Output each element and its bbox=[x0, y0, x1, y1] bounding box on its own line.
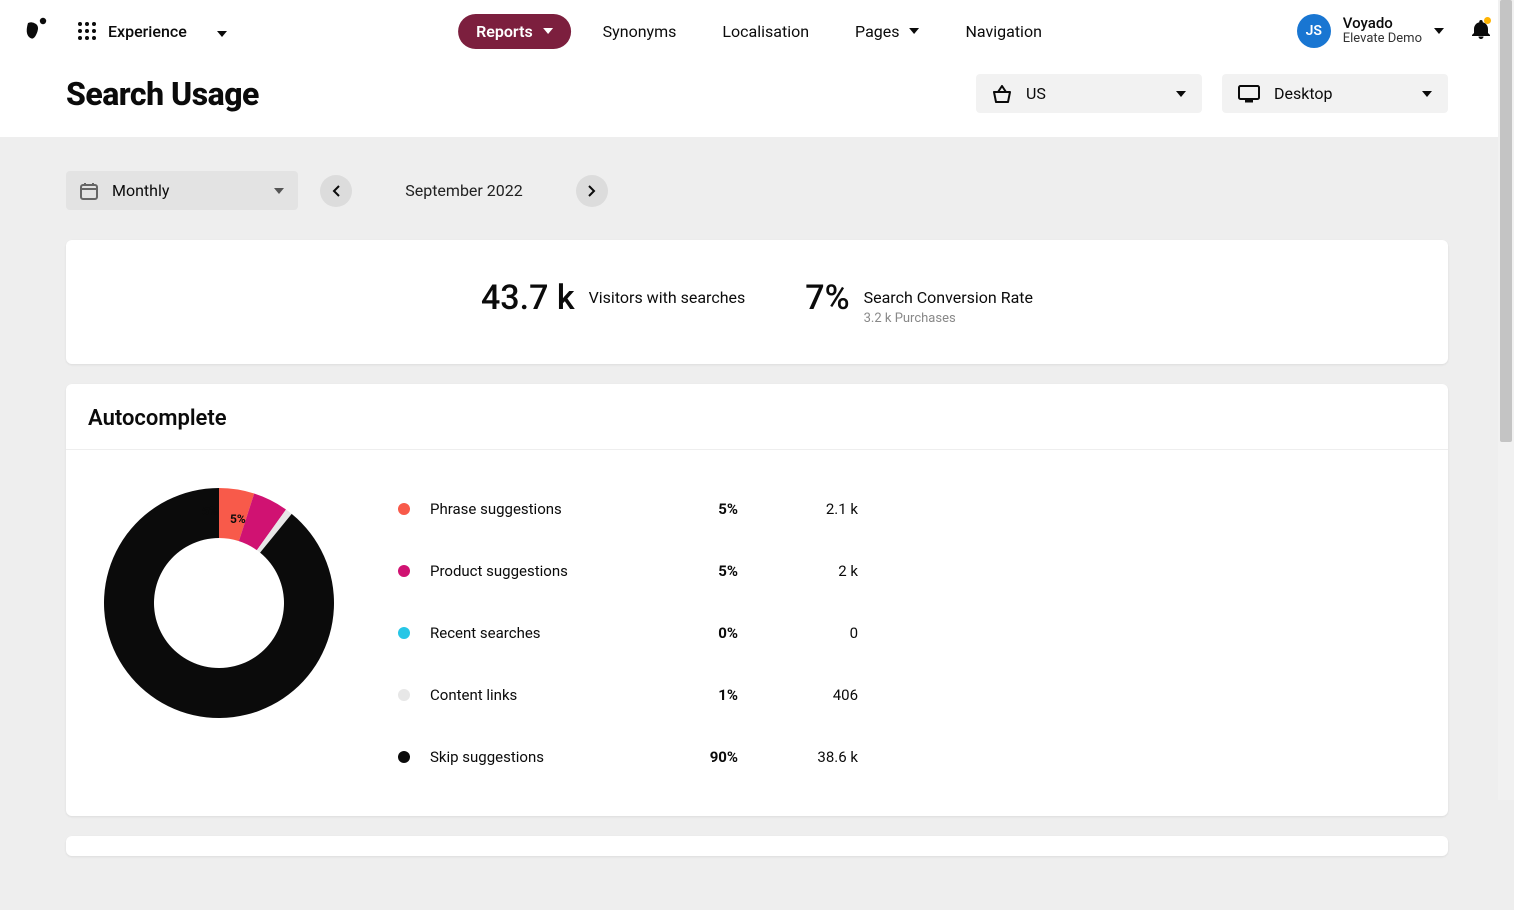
legend-dot bbox=[398, 751, 410, 763]
legend-dot bbox=[398, 565, 410, 577]
legend-row: Phrase suggestions5%2.1 k bbox=[398, 478, 858, 540]
page-title: Search Usage bbox=[66, 75, 259, 113]
desktop-icon bbox=[1238, 85, 1260, 103]
basket-icon bbox=[992, 85, 1012, 103]
nav-localisation-label: Localisation bbox=[722, 22, 809, 41]
account-selector[interactable]: JS Voyado Elevate Demo bbox=[1297, 14, 1444, 48]
sub-header: Search Usage US Desktop bbox=[0, 62, 1514, 137]
granularity-value: Monthly bbox=[112, 181, 169, 200]
chevron-right-icon bbox=[588, 185, 596, 197]
autocomplete-donut-chart: 5% 5% bbox=[94, 478, 344, 728]
legend-pct: 1% bbox=[648, 686, 738, 704]
nav-reports-label: Reports bbox=[476, 22, 533, 41]
caret-down-icon bbox=[1422, 91, 1432, 97]
nav-right: JS Voyado Elevate Demo bbox=[1297, 14, 1490, 48]
notifications-button[interactable] bbox=[1472, 19, 1490, 43]
brand-logo bbox=[12, 7, 60, 55]
prev-period-button[interactable] bbox=[320, 175, 352, 207]
caret-down-icon bbox=[1434, 28, 1444, 34]
metric-conversion: 7% Search Conversion Rate 3.2 k Purchase… bbox=[805, 278, 1033, 326]
metric-visitors: 43.7 k Visitors with searches bbox=[481, 278, 745, 326]
legend-name: Content links bbox=[430, 686, 648, 704]
visitors-label: Visitors with searches bbox=[589, 288, 746, 307]
legend-name: Phrase suggestions bbox=[430, 500, 648, 518]
donut-slice-label-2: 5% bbox=[230, 512, 246, 526]
calendar-icon bbox=[80, 182, 98, 200]
legend-dot bbox=[398, 503, 410, 515]
legend-row: Product suggestions5%2 k bbox=[398, 540, 858, 602]
top-bar: Experience Reports Synonyms Localisation… bbox=[0, 0, 1514, 62]
autocomplete-legend: Phrase suggestions5%2.1 kProduct suggest… bbox=[398, 478, 858, 788]
legend-name: Product suggestions bbox=[430, 562, 648, 580]
legend-pct: 5% bbox=[648, 500, 738, 518]
market-selector[interactable]: US bbox=[976, 74, 1202, 113]
legend-count: 406 bbox=[738, 686, 858, 704]
legend-count: 2.1 k bbox=[738, 500, 858, 518]
conversion-value: 7% bbox=[805, 278, 849, 318]
next-period-button[interactable] bbox=[576, 175, 608, 207]
legend-name: Recent searches bbox=[430, 624, 648, 642]
scrollbar-thumb[interactable] bbox=[1500, 0, 1512, 442]
account-name: Voyado bbox=[1343, 15, 1422, 32]
nav-navigation-label: Navigation bbox=[965, 22, 1041, 41]
legend-name: Skip suggestions bbox=[430, 748, 648, 766]
donut-slice-label-1: 5% bbox=[202, 504, 218, 518]
user-text: Voyado Elevate Demo bbox=[1343, 15, 1422, 47]
nav-localisation[interactable]: Localisation bbox=[708, 14, 823, 49]
market-selector-value: US bbox=[1026, 84, 1046, 103]
caret-down-icon bbox=[217, 22, 227, 41]
nav-reports[interactable]: Reports bbox=[458, 14, 571, 49]
apps-grid-icon bbox=[78, 22, 96, 40]
filters: US Desktop bbox=[976, 74, 1448, 113]
notification-dot bbox=[1484, 17, 1491, 24]
next-card-peek bbox=[66, 836, 1448, 856]
legend-row: Skip suggestions90%38.6 k bbox=[398, 726, 858, 788]
nav-pages[interactable]: Pages bbox=[841, 14, 933, 49]
experience-label: Experience bbox=[108, 22, 187, 41]
legend-count: 38.6 k bbox=[738, 748, 858, 766]
scrollbar[interactable] bbox=[1498, 0, 1514, 800]
caret-down-icon bbox=[909, 28, 919, 34]
nav-navigation[interactable]: Navigation bbox=[951, 14, 1055, 49]
nav-synonyms-label: Synonyms bbox=[603, 22, 677, 41]
legend-row: Content links1%406 bbox=[398, 664, 858, 726]
legend-count: 0 bbox=[738, 624, 858, 642]
legend-pct: 0% bbox=[648, 624, 738, 642]
period-row: Monthly September 2022 bbox=[66, 171, 1448, 210]
autocomplete-card: Autocomplete 5% 5% Phrase suggestions5%2… bbox=[66, 384, 1448, 816]
avatar: JS bbox=[1297, 14, 1331, 48]
visitors-value: 43.7 k bbox=[481, 278, 575, 318]
autocomplete-title: Autocomplete bbox=[88, 406, 1426, 431]
device-selector[interactable]: Desktop bbox=[1222, 74, 1448, 113]
caret-down-icon bbox=[274, 188, 284, 194]
legend-pct: 90% bbox=[648, 748, 738, 766]
conversion-sub: 3.2 k Purchases bbox=[864, 311, 1033, 326]
conversion-label: Search Conversion Rate bbox=[864, 288, 1033, 307]
legend-pct: 5% bbox=[648, 562, 738, 580]
summary-card: 43.7 k Visitors with searches 7% Search … bbox=[66, 240, 1448, 364]
caret-down-icon bbox=[1176, 91, 1186, 97]
legend-count: 2 k bbox=[738, 562, 858, 580]
main-nav: Reports Synonyms Localisation Pages Navi… bbox=[458, 14, 1056, 49]
nav-synonyms[interactable]: Synonyms bbox=[589, 14, 691, 49]
legend-dot bbox=[398, 689, 410, 701]
legend-dot bbox=[398, 627, 410, 639]
device-selector-value: Desktop bbox=[1274, 84, 1333, 103]
legend-row: Recent searches0%0 bbox=[398, 602, 858, 664]
experience-selector[interactable]: Experience bbox=[78, 22, 227, 41]
workspace: Monthly September 2022 43.7 k Visitors w… bbox=[0, 137, 1514, 910]
granularity-selector[interactable]: Monthly bbox=[66, 171, 298, 210]
caret-down-icon bbox=[543, 28, 553, 34]
nav-pages-label: Pages bbox=[855, 22, 899, 41]
account-sub: Elevate Demo bbox=[1343, 32, 1422, 47]
chevron-left-icon bbox=[332, 185, 340, 197]
period-label: September 2022 bbox=[374, 181, 554, 200]
